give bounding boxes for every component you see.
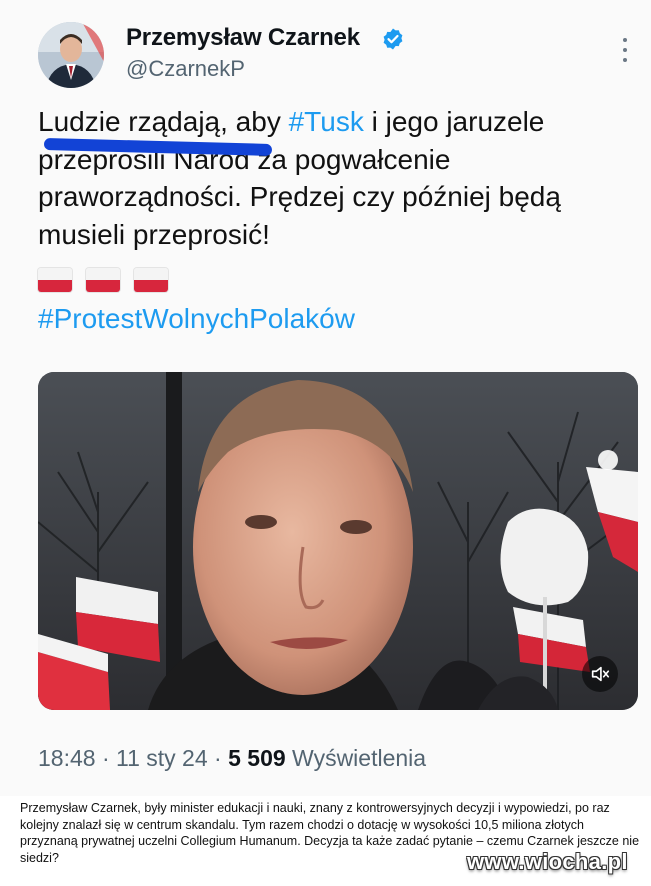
tweet-card: Przemysław Czarnek @CzarnekP Ludzie rząd… xyxy=(0,0,651,796)
views-label: Wyświetlenia xyxy=(285,745,427,771)
tweet-text-line: Ludzie rządają, aby #Tusk i jego jaruzel… xyxy=(38,103,638,141)
verified-badge-icon xyxy=(383,28,403,50)
tweet-meta: 18:48 · 11 sty 24 · 5 509 Wyświetlenia xyxy=(38,745,426,772)
tweet-date[interactable]: 11 sty 24 xyxy=(116,745,208,771)
more-options-icon[interactable] xyxy=(614,36,636,64)
video-player[interactable] xyxy=(38,372,638,710)
site-watermark: www.wiocha.pl xyxy=(467,849,628,874)
tweet-text: Ludzie rządają, aby #Tusk i jego jaruzel… xyxy=(38,103,638,253)
hashtag-tusk-link[interactable]: #Tusk xyxy=(289,106,364,137)
hashtag-protest-link[interactable]: #ProtestWolnychPolaków xyxy=(38,303,355,335)
flag-poland-icon xyxy=(86,268,120,292)
text-segment: Ludzie rządają, aby xyxy=(38,106,289,137)
avatar[interactable] xyxy=(38,22,104,88)
user-handle[interactable]: @CzarnekP xyxy=(126,56,245,82)
flag-emojis xyxy=(38,268,168,292)
mute-toggle-button[interactable] xyxy=(582,656,618,692)
separator-dot: · xyxy=(95,745,117,771)
views-count: 5 509 xyxy=(228,745,286,771)
speaker-muted-icon xyxy=(591,666,610,682)
tweet-time[interactable]: 18:48 xyxy=(38,745,96,771)
separator-dot: · xyxy=(207,745,229,771)
flag-poland-icon xyxy=(38,268,72,292)
tweet-text-line: musieli przeprosić! xyxy=(38,218,270,250)
avatar-image xyxy=(38,22,104,88)
tweet-text-line: praworządności. Prędzej czy później będą xyxy=(38,181,561,212)
video-frame xyxy=(38,372,638,710)
flag-poland-icon xyxy=(134,268,168,292)
display-name[interactable]: Przemysław Czarnek xyxy=(126,24,360,52)
text-segment: i jego jaruzele xyxy=(363,106,545,137)
